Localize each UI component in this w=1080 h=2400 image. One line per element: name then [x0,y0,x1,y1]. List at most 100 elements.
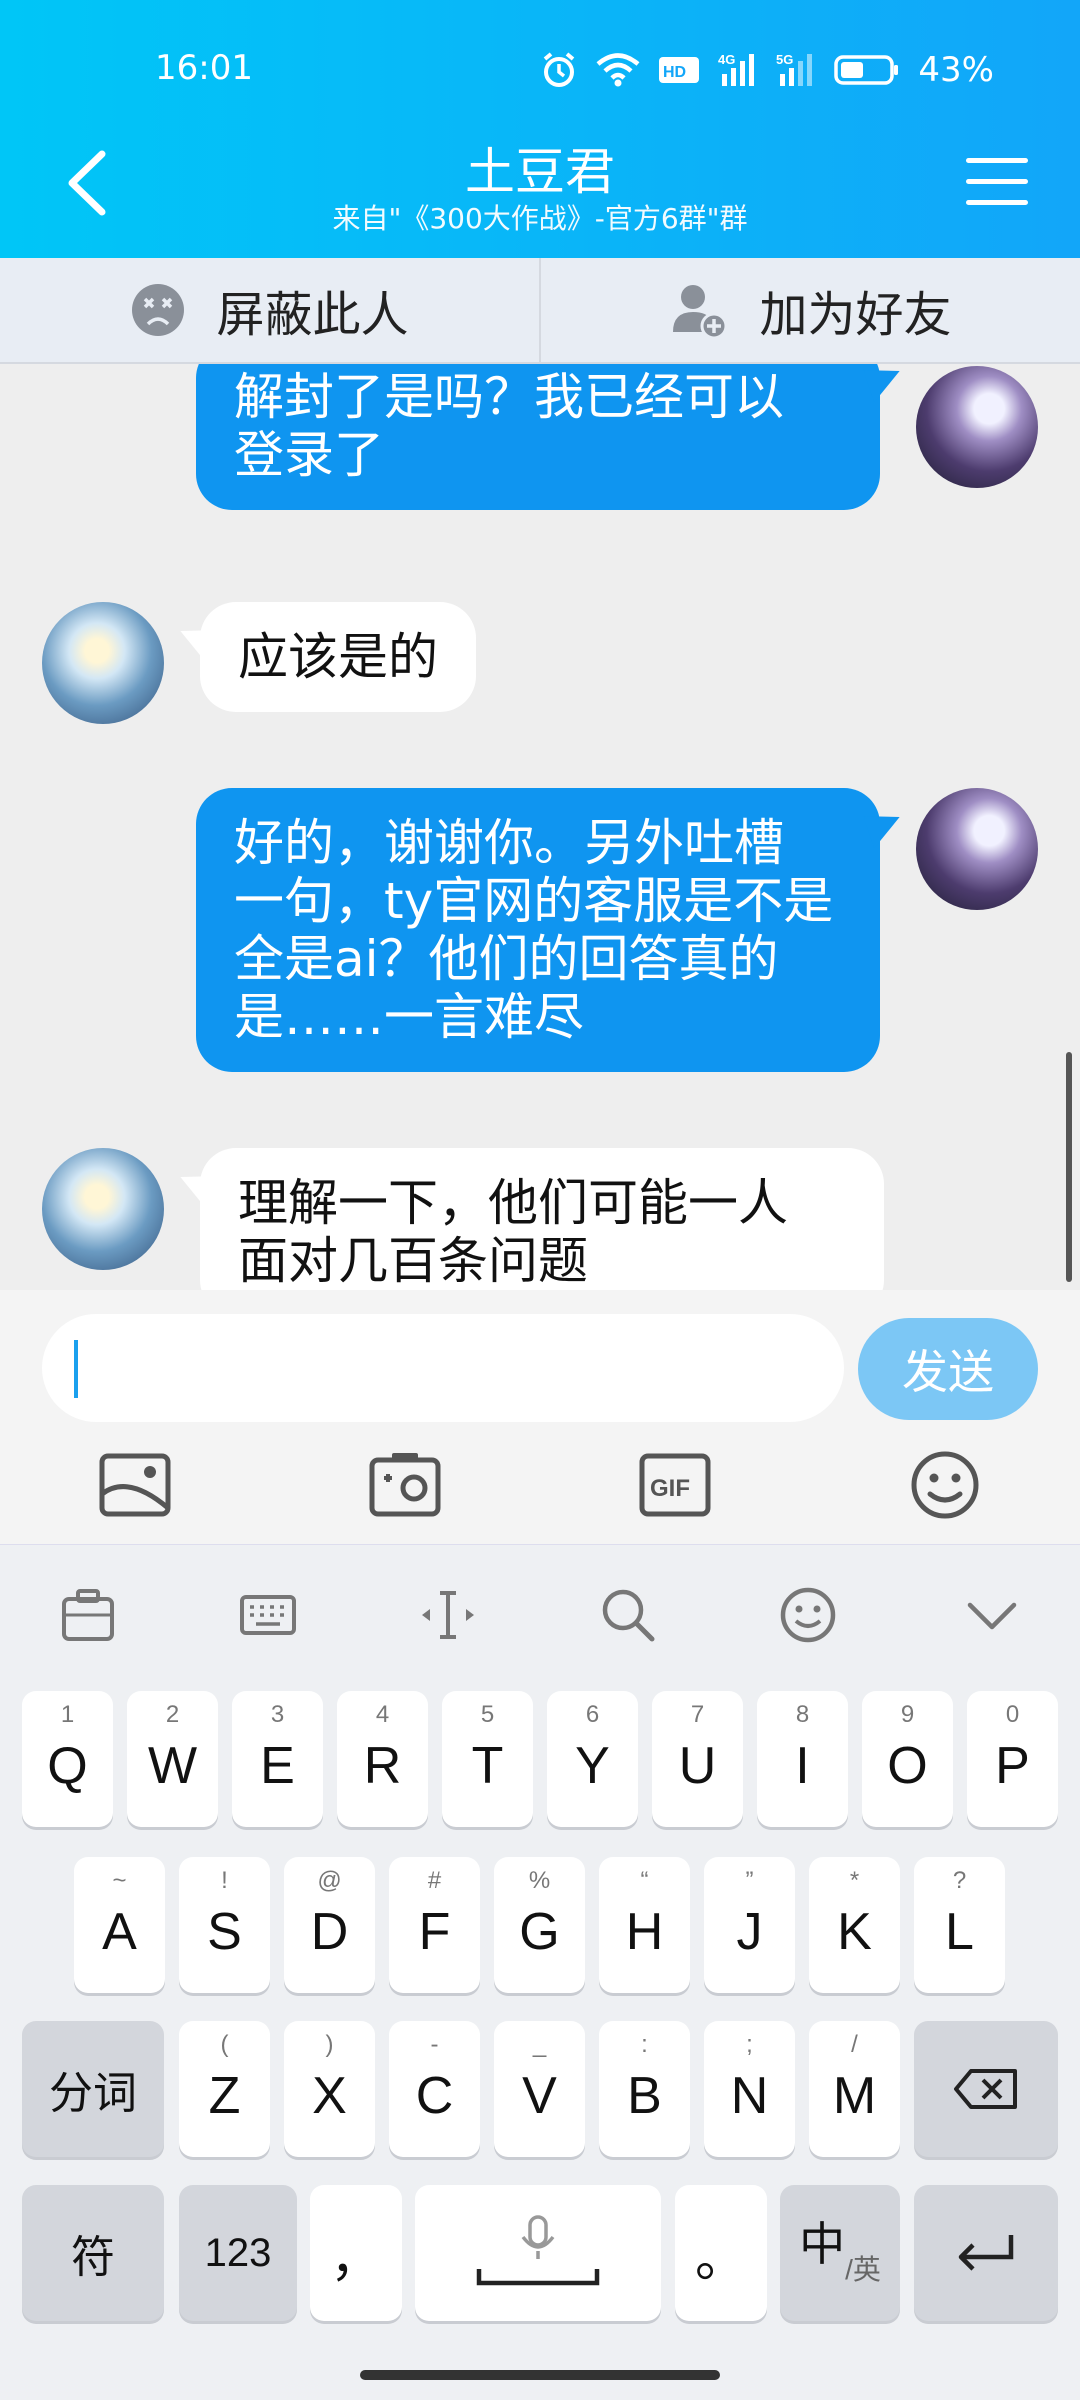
keyboard-icon[interactable] [238,1585,298,1645]
key-r[interactable]: 4R [337,1691,428,1827]
block-user-button[interactable]: 屏蔽此人 [0,258,539,362]
space-key[interactable] [415,2185,661,2321]
hd-icon: HD [659,57,700,83]
key-j[interactable]: ” J [704,1857,795,1993]
svg-text:4G: 4G [718,52,735,67]
language-switch-key[interactable]: 中 /英 [780,2185,900,2321]
key-c[interactable]: -C [389,2021,480,2157]
collapse-icon[interactable] [962,1585,1022,1645]
key-p[interactable]: 0P [967,1691,1058,1827]
block-face-icon [132,284,185,336]
image-icon[interactable] [98,1450,172,1520]
status-time: 16:01 [155,48,253,88]
battery-icon [834,55,899,85]
key-m[interactable]: / M [809,2021,900,2157]
cursor-icon[interactable] [418,1585,478,1645]
language-sub-label: /英 [845,2254,881,2285]
key-q[interactable]: 1Q [22,1691,113,1827]
key-d[interactable]: @ D [284,1857,375,1993]
message-text-line: 是……一言难尽 [234,988,584,1046]
comma-key[interactable]: ， [310,2185,402,2321]
key-w[interactable]: 2W [127,1691,218,1827]
menu-line [966,200,1028,205]
home-indicator[interactable] [360,2370,720,2380]
key-t[interactable]: 5T [442,1691,533,1827]
key-g[interactable]: % G [494,1857,585,1993]
numbers-key[interactable]: 123 [179,2185,297,2321]
key-v[interactable]: _ V [494,2021,585,2157]
add-friend-icon [673,285,728,340]
chat-subtitle: 来自"《300大作战》-官方6群"群 [332,202,748,235]
key-n[interactable]: ; N [704,2021,795,2157]
menu-line [966,179,1028,184]
outgoing-message-bubble[interactable]: 好的，谢谢你。另外吐槽 一句，ty官网的客服是不是 全是ai？他们的回答真的 是… [196,788,880,1072]
message-composer: 发送 GIF [0,1290,1080,1544]
key-u[interactable]: 7U [652,1691,743,1827]
alarm-icon [544,52,575,87]
message-input[interactable] [42,1314,844,1422]
clipboard-icon[interactable] [58,1585,118,1645]
4g-signal-icon: 4G [718,52,755,86]
enter-key[interactable] [914,2185,1058,2321]
stranger-action-bar: 屏蔽此人 加为好友 [0,258,1080,364]
message-text-line: 面对几百条问题 [238,1232,588,1290]
my-avatar[interactable] [916,788,1038,910]
chat-scrollbar[interactable] [1066,1052,1072,1282]
emoji-icon[interactable] [908,1450,982,1520]
menu-line [966,158,1028,163]
period-key[interactable]: 。 [675,2185,767,2321]
search-icon[interactable] [598,1585,658,1645]
key-k[interactable]: * K [809,1857,900,1993]
add-friend-label: 加为好友 [759,287,952,343]
enter-icon [958,2235,1014,2271]
chat-title: 土豆君 [465,143,615,201]
message-text-line: 应该是的 [238,628,438,686]
add-friend-button[interactable]: 加为好友 [539,258,1080,362]
send-button[interactable]: 发送 [858,1318,1038,1420]
key-b[interactable]: :B [599,2021,690,2157]
5g-signal-icon: 5G [776,52,813,86]
gif-icon[interactable]: GIF [638,1450,712,1520]
menu-button[interactable] [966,158,1028,208]
key-h[interactable]: “H [599,1857,690,1993]
language-main-label: 中 [799,2218,846,2270]
message-text-line: 登录了 [234,426,384,484]
message-list[interactable]: 解封了是吗？我已经可以 登录了 应该是的 好的，谢谢你。另外吐槽 一句，ty官网… [0,364,1080,1290]
svg-text:GIF: GIF [650,1475,690,1502]
incoming-message-bubble[interactable]: 理解一下，他们可能一人 面对几百条问题 [200,1148,884,1290]
key-f[interactable]: # F [389,1857,480,1993]
key-a[interactable]: ~ A [74,1857,165,1993]
svg-text:HD: HD [663,64,686,81]
message-text-line: 理解一下，他们可能一人 [238,1174,788,1232]
key-x[interactable]: ) X [284,2021,375,2157]
battery-percentage: 43% [918,50,994,90]
text-caret [74,1340,78,1398]
key-l[interactable]: ? L [914,1857,1005,1993]
soft-keyboard: 1Q 2W 3E 4R 5T 6Y 7U 8I 9O 0P ~ A ! S @ D #… [0,1544,1080,2400]
key-z[interactable]: (Z [179,2021,270,2157]
symbols-key[interactable]: 符 [22,2185,164,2321]
my-avatar[interactable] [916,366,1038,488]
key-e[interactable]: 3E [232,1691,323,1827]
segment-key[interactable]: 分词 [22,2021,164,2157]
key-s[interactable]: ! S [179,1857,270,1993]
message-text-line: 全是ai？他们的回答真的 [234,930,779,988]
message-text-line: 好的，谢谢你。另外吐槽 [234,814,784,872]
key-y[interactable]: 6Y [547,1691,638,1827]
camera-icon[interactable] [368,1450,442,1520]
contact-avatar[interactable] [42,602,164,724]
block-user-label: 屏蔽此人 [216,287,409,343]
wifi-icon [596,53,640,87]
backspace-key[interactable] [914,2021,1058,2157]
key-o[interactable]: 9O [862,1691,953,1827]
key-i[interactable]: 8I [757,1691,848,1827]
outgoing-message-bubble[interactable]: 解封了是吗？我已经可以 登录了 [196,364,880,510]
contact-avatar[interactable] [42,1148,164,1270]
message-text-line: 一句，ty官网的客服是不是 [234,872,834,930]
backspace-icon [954,2069,1017,2109]
status-icons: HD 4G 5G 43% [540,50,994,90]
microphone-icon [476,2215,600,2286]
emoji-icon[interactable] [778,1585,838,1645]
incoming-message-bubble[interactable]: 应该是的 [200,602,476,712]
svg-text:5G: 5G [776,52,793,67]
